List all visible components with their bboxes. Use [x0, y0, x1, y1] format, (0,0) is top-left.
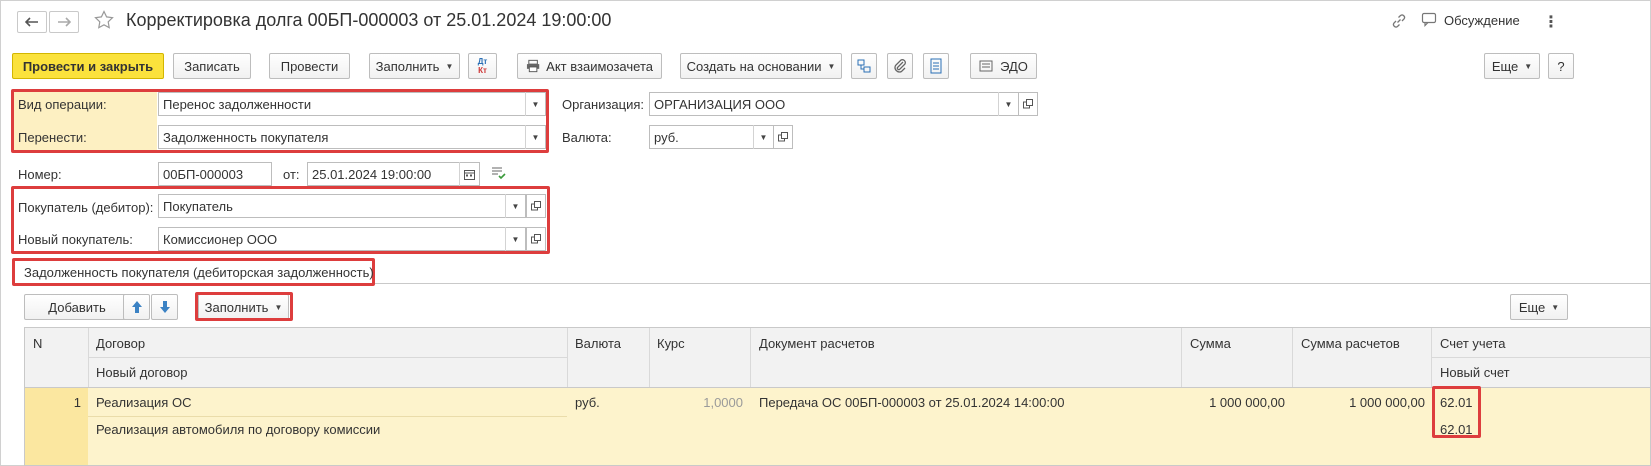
caret-down-icon: ▼: [445, 61, 454, 71]
arrow-down-icon: [159, 301, 170, 313]
caret-down-icon: ▼: [1524, 61, 1533, 71]
table-fill-highlight-frame: [195, 292, 293, 321]
offset-act-button[interactable]: Акт взаимозачета: [517, 53, 662, 79]
offset-act-label: Акт взаимозачета: [546, 58, 653, 74]
caret-down-icon[interactable]: ▼: [753, 125, 773, 149]
table-more-button[interactable]: Еще ▼: [1510, 294, 1568, 320]
chat-icon: [1421, 12, 1437, 27]
organization-open-button[interactable]: [1018, 92, 1038, 116]
open-window-icon: [1023, 99, 1033, 109]
col-header-contract[interactable]: Договор: [96, 336, 145, 351]
date-label: от:: [283, 167, 300, 182]
cell-document[interactable]: Передача ОС 00БП-000003 от 25.01.2024 14…: [759, 395, 1064, 410]
post-and-close-button[interactable]: Провести и закрыть: [12, 53, 164, 79]
col-header-new-account[interactable]: Новый счет: [1440, 365, 1510, 380]
caret-down-icon: ▼: [827, 61, 836, 71]
move-up-button[interactable]: [123, 294, 150, 320]
structure-button[interactable]: [851, 53, 877, 79]
number-input[interactable]: 00БП-000003: [158, 162, 272, 186]
page-title: Корректировка долга 00БП-000003 от 25.01…: [126, 10, 612, 30]
col-header-new-contract[interactable]: Новый договор: [96, 365, 187, 380]
printer-icon: [526, 59, 540, 73]
fill-label: Заполнить: [375, 58, 440, 74]
organization-select[interactable]: ОРГАНИЗАЦИЯ ООО ▼: [649, 92, 1019, 116]
fill-dropdown-button[interactable]: Заполнить ▼: [369, 53, 460, 79]
arrow-right-icon: [58, 17, 71, 27]
date-input[interactable]: 25.01.2024 19:00:00: [307, 162, 480, 186]
currency-open-button[interactable]: [773, 125, 793, 149]
col-header-n[interactable]: N: [33, 336, 42, 351]
edo-button[interactable]: ЭДО: [970, 53, 1037, 79]
document-status-icon[interactable]: [491, 166, 507, 183]
save-button[interactable]: Записать: [173, 53, 251, 79]
forward-button[interactable]: [49, 11, 79, 33]
favorite-star-icon[interactable]: [94, 10, 114, 33]
organization-label: Организация:: [562, 97, 645, 112]
col-header-currency[interactable]: Валюта: [575, 336, 621, 351]
discussion-button[interactable]: Обсуждение: [1421, 12, 1520, 28]
tab-label: Задолженность покупателя (дебиторская за…: [24, 264, 374, 280]
arrow-left-icon: [25, 17, 38, 27]
discussion-label: Обсуждение: [1444, 12, 1520, 28]
edo-label: ЭДО: [1000, 58, 1028, 74]
create-based-on-button[interactable]: Создать на основании ▼: [680, 53, 842, 79]
caret-down-icon: ▼: [1551, 302, 1560, 312]
paperclip-icon: [894, 59, 906, 73]
dt-label: Дт: [477, 57, 488, 66]
currency-select[interactable]: руб. ▼: [649, 125, 774, 149]
arrow-up-icon: [131, 301, 142, 313]
cell-n[interactable]: 1: [25, 395, 81, 410]
col-header-amount[interactable]: Сумма: [1190, 336, 1231, 351]
back-button[interactable]: [17, 11, 47, 33]
more-vertical-icon[interactable]: ⋮: [1543, 12, 1559, 32]
edo-icon: [979, 60, 993, 72]
debt-table: N Договор Новый договор Валюта Курс Доку…: [24, 327, 1651, 466]
cell-new-contract[interactable]: Реализация автомобиля по договору комисс…: [96, 422, 380, 437]
open-window-icon: [778, 132, 788, 142]
document-list-icon: [930, 58, 942, 74]
create-based-on-label: Создать на основании: [686, 58, 822, 74]
structure-icon: [857, 59, 871, 73]
cell-settlement-amount[interactable]: 1 000 000,00: [1292, 395, 1425, 410]
col-header-account[interactable]: Счет учета: [1440, 336, 1506, 351]
move-down-button[interactable]: [151, 294, 178, 320]
buyer-highlight-frame: [11, 186, 550, 254]
cell-amount[interactable]: 1 000 000,00: [1181, 395, 1285, 410]
currency-value: руб.: [654, 129, 679, 145]
cell-rate[interactable]: 1,0000: [657, 395, 743, 410]
report-button[interactable]: [923, 53, 949, 79]
attach-button[interactable]: [887, 53, 913, 79]
tab-buyer-debt[interactable]: Задолженность покупателя (дебиторская за…: [12, 258, 375, 286]
account-highlight-frame: [1432, 386, 1481, 438]
currency-label: Валюта:: [562, 130, 612, 145]
dt-kt-button[interactable]: Дт Кт: [468, 53, 497, 79]
organization-value: ОРГАНИЗАЦИЯ ООО: [654, 96, 786, 112]
more-label: Еще: [1491, 58, 1519, 74]
number-label: Номер:: [18, 167, 62, 182]
number-value: 00БП-000003: [163, 166, 244, 182]
col-header-rate[interactable]: Курс: [657, 336, 685, 351]
cell-currency[interactable]: руб.: [575, 395, 600, 410]
add-row-button[interactable]: Добавить: [24, 294, 130, 320]
caret-down-icon[interactable]: ▼: [998, 92, 1018, 116]
help-button[interactable]: ?: [1548, 53, 1574, 79]
cell-contract[interactable]: Реализация ОС: [96, 395, 191, 410]
col-header-settlement-amount[interactable]: Сумма расчетов: [1301, 336, 1400, 351]
operation-highlight-frame: [11, 89, 549, 153]
kt-label: Кт: [478, 66, 487, 75]
date-value: 25.01.2024 19:00:00: [312, 166, 432, 182]
col-header-document[interactable]: Документ расчетов: [759, 336, 875, 351]
link-icon[interactable]: [1391, 13, 1407, 32]
more-button[interactable]: Еще ▼: [1484, 53, 1540, 79]
post-button[interactable]: Провести: [269, 53, 350, 79]
table-more-label: Еще: [1518, 299, 1546, 315]
calendar-icon[interactable]: [459, 162, 479, 186]
